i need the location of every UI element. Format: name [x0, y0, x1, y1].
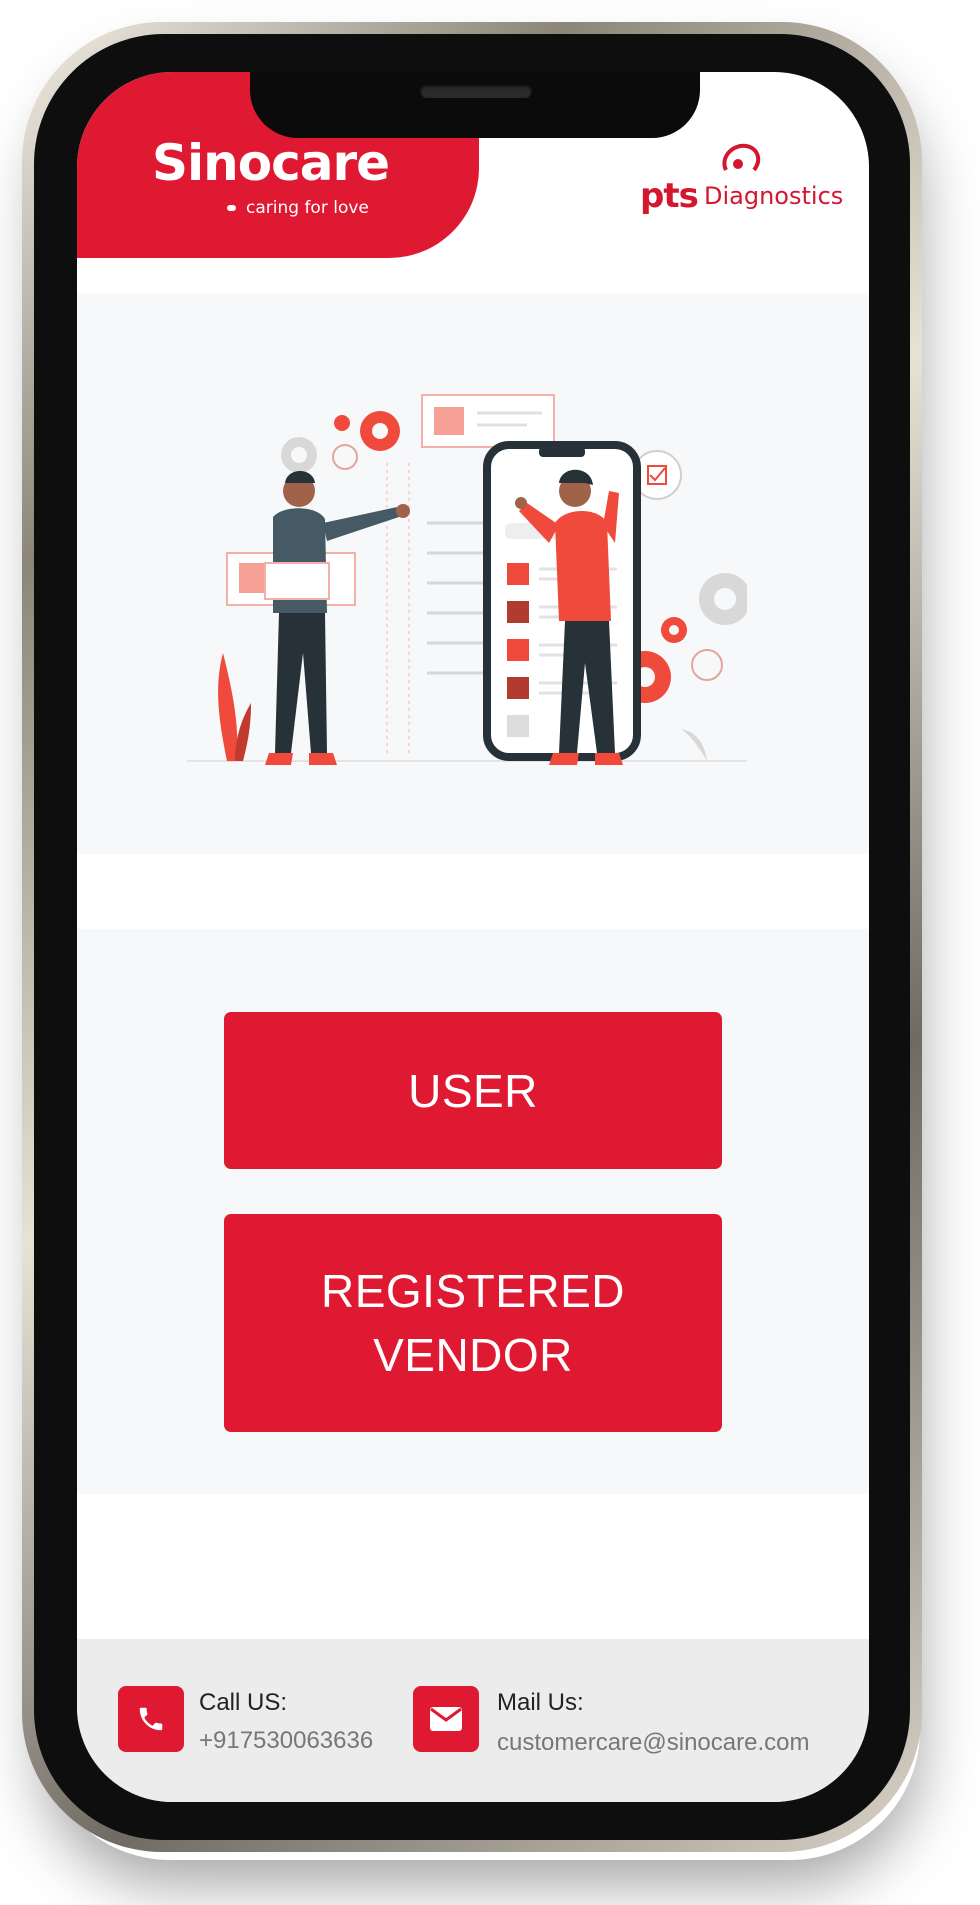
speaker-grille: [420, 84, 532, 98]
brand-tagline: caring for love: [227, 198, 369, 218]
people-configuring-phone-illustration: [187, 394, 747, 765]
mail-label: Mail Us:: [497, 1689, 584, 1716]
phone-icon: [139, 1707, 163, 1731]
tagline-dot-icon: [227, 205, 236, 211]
call-label: Call US:: [199, 1689, 288, 1716]
app-screen: Sinocare caring for love pts Diagnostics: [77, 72, 869, 1802]
illustration-panel: [77, 293, 869, 854]
brand-logo: Sinocare: [152, 134, 390, 192]
brand-tagline-text: caring for love: [246, 198, 369, 218]
partner-logo: pts Diagnostics: [640, 140, 844, 220]
registered-vendor-button[interactable]: REGISTERED VENDOR: [224, 1214, 722, 1432]
partner-short-name: pts: [640, 176, 699, 216]
call-number[interactable]: +917530063636: [199, 1727, 373, 1755]
call-button[interactable]: [118, 1686, 184, 1752]
registered-vendor-button-label: REGISTERED VENDOR: [320, 1265, 626, 1381]
device-notch: [250, 72, 700, 138]
contact-footer: Call US: +917530063636 Mail Us: customer…: [77, 1639, 869, 1802]
mail-button[interactable]: [413, 1686, 479, 1752]
partner-mark-icon: [722, 143, 761, 172]
role-selection-panel: USER REGISTERED VENDOR: [77, 929, 869, 1494]
user-button-label: USER: [408, 1064, 538, 1117]
mail-address[interactable]: customercare@sinocare.com: [497, 1729, 809, 1757]
user-button[interactable]: USER: [224, 1012, 722, 1169]
partner-name: Diagnostics: [704, 182, 844, 210]
envelope-icon: [430, 1707, 462, 1731]
